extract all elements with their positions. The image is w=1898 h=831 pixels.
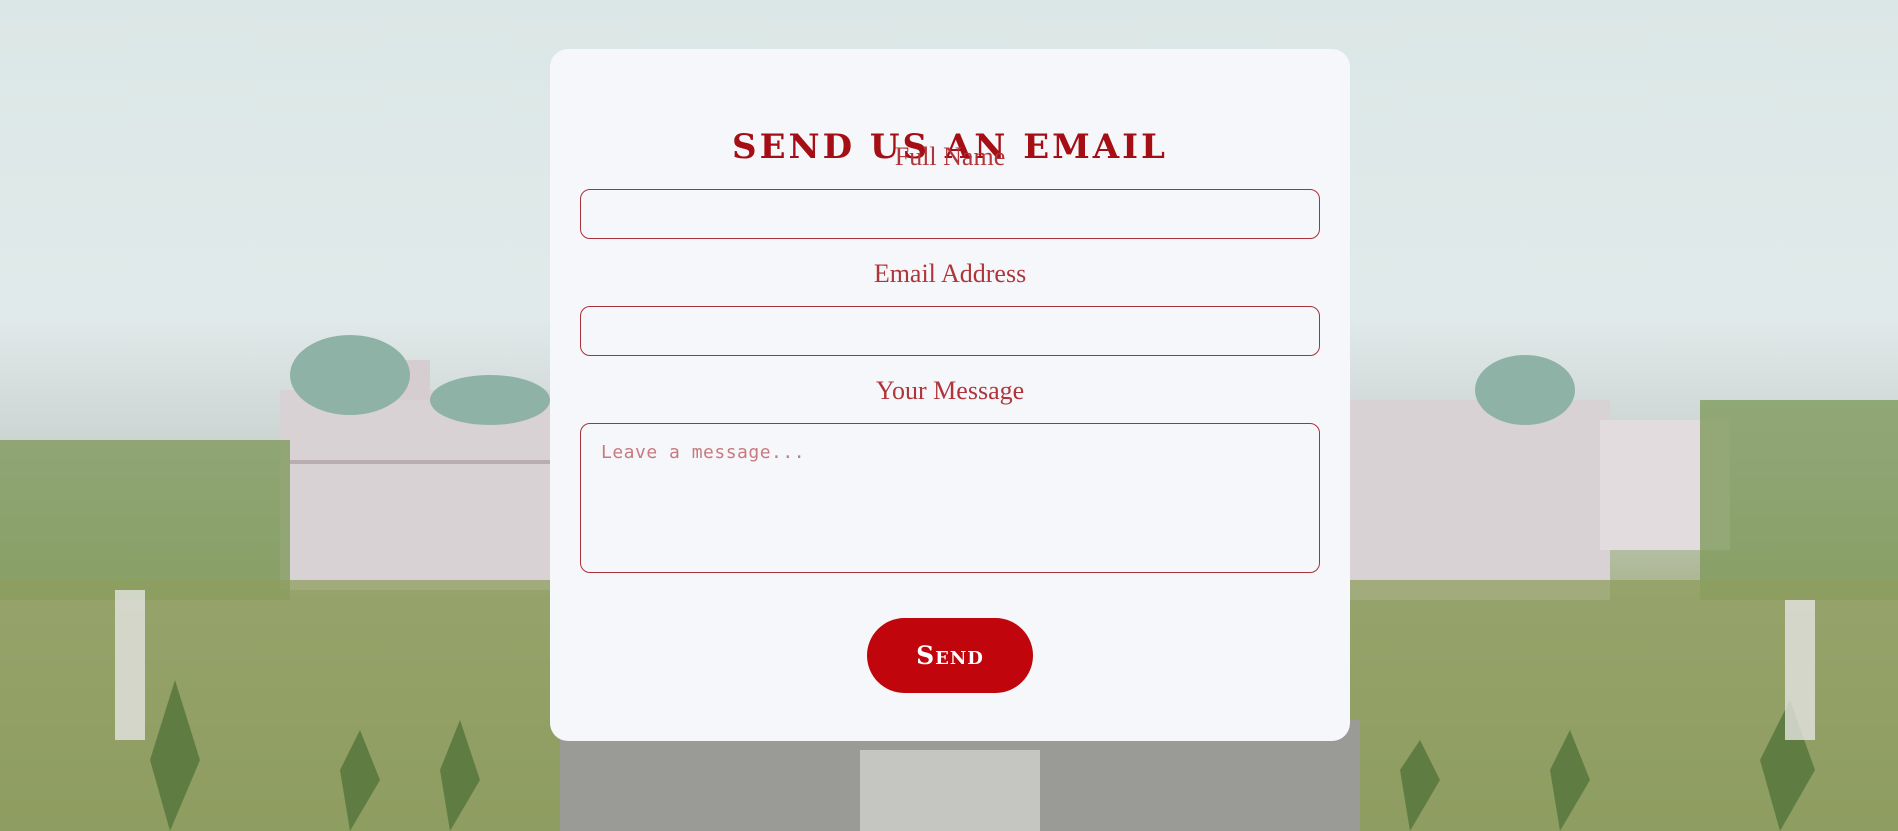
email-form-card: SEND US AN EMAIL Full Name Email Address…	[550, 49, 1350, 741]
full-name-label: Full Name	[894, 142, 1006, 171]
email-address-label: Email Address	[873, 259, 1027, 288]
your-message-label: Your Message	[875, 376, 1025, 405]
full-name-input[interactable]	[580, 189, 1320, 239]
email-address-input[interactable]	[580, 306, 1320, 356]
message-placeholder: Leave a message...	[601, 442, 806, 463]
message-textarea[interactable]: Leave a message...	[580, 423, 1320, 573]
send-button[interactable]: Send	[867, 618, 1033, 693]
